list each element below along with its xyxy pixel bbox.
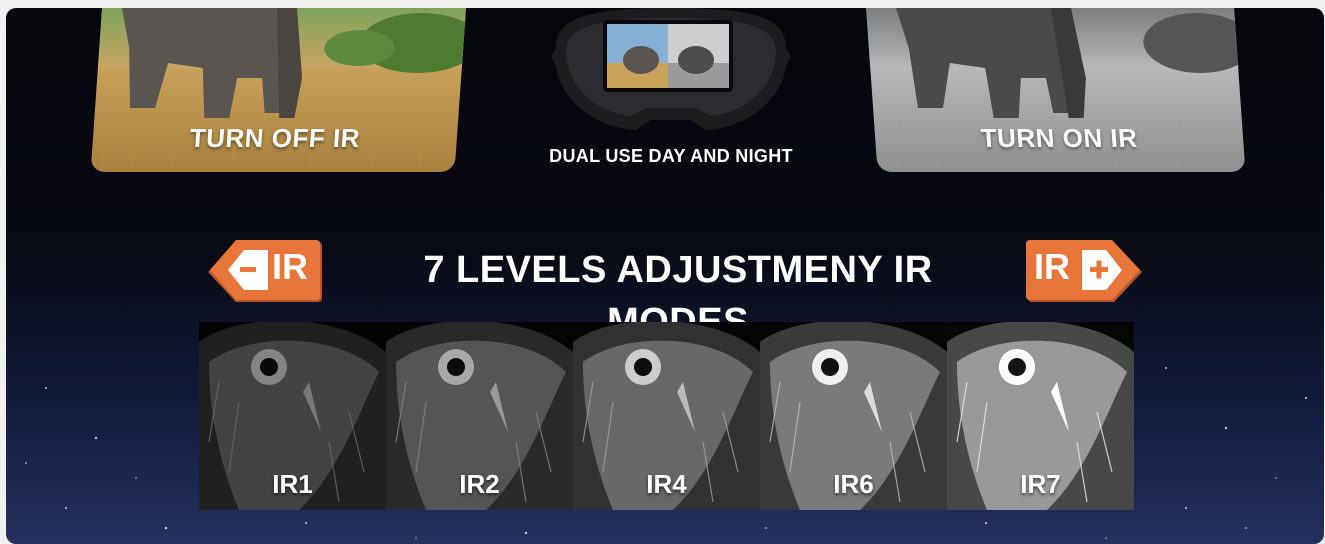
- ir-on-caption: TURN ON IR: [979, 123, 1139, 153]
- ir-level-label: IR6: [833, 469, 874, 499]
- owl-sample-ir6: IR6: [760, 322, 947, 510]
- owl-sample-ir7: IR7: [947, 322, 1134, 510]
- ir-minus-tag: IR: [206, 240, 324, 304]
- ir-plus-label: IR: [1034, 246, 1070, 287]
- ir-level-samples: IR1 IR2 IR4 IR6 IR7: [199, 322, 1135, 510]
- owl-sample-ir1: IR1: [199, 322, 386, 510]
- ir-minus-label: IR: [272, 246, 308, 287]
- ir-level-label: IR7: [1020, 469, 1061, 499]
- dual-use-caption: DUAL USE DAY AND NIGHT: [549, 146, 793, 166]
- ir-off-caption: TURN OFF IR: [188, 123, 362, 153]
- owl-sample-ir4: IR4: [573, 322, 760, 510]
- ir-off-photo-panel: TURN OFF IR: [90, 8, 466, 172]
- ir-level-label: IR1: [272, 469, 313, 499]
- ir-levels-heading: IR 7 LEVELS ADJUSTMENY IR MODES IR: [206, 234, 1146, 343]
- product-banner: TURN OFF IR DUAL USE DAY AND NIGHT TURN …: [6, 8, 1324, 544]
- ir-level-label: IR4: [646, 469, 687, 499]
- owl-sample-ir2: IR2: [386, 322, 573, 510]
- ir-level-label: IR2: [459, 469, 500, 499]
- night-vision-goggles-image: [551, 8, 791, 130]
- ir-on-photo-panel: TURN ON IR: [866, 8, 1246, 172]
- ir-plus-tag: IR: [1026, 240, 1144, 304]
